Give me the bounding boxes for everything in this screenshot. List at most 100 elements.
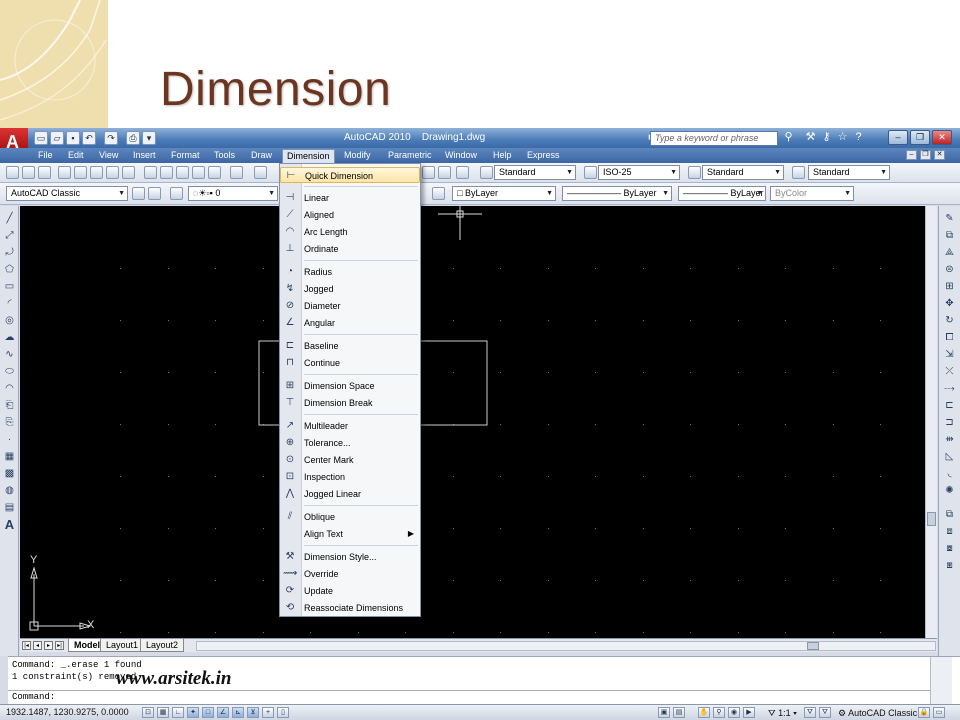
ortho-mode-icon[interactable]: ∟ bbox=[172, 707, 184, 718]
menu-item-dimension-space[interactable]: ⊞ Dimension Space bbox=[280, 378, 420, 394]
zoom-icon[interactable]: ⚲ bbox=[713, 707, 725, 718]
object-snap-icon[interactable]: □ bbox=[202, 707, 214, 718]
stretch-icon[interactable]: ⇲ bbox=[943, 348, 956, 361]
menu-window[interactable]: Window bbox=[441, 149, 481, 163]
customize-qat-icon[interactable]: ▾ bbox=[142, 131, 156, 145]
draworder-icon[interactable]: ⧉ bbox=[943, 508, 956, 521]
menu-item-jogged[interactable]: ↯ Jogged bbox=[280, 281, 420, 297]
bring-front-icon[interactable]: ⧈ bbox=[943, 525, 956, 538]
text-style-icon[interactable] bbox=[480, 166, 493, 179]
menu-item-baseline[interactable]: ⊏ Baseline bbox=[280, 338, 420, 354]
color-swatch-icon[interactable] bbox=[432, 187, 445, 200]
grid-display-icon[interactable]: ▦ bbox=[157, 707, 169, 718]
menu-edit[interactable]: Edit bbox=[64, 149, 88, 163]
menu-item-reassociate-dimensions[interactable]: ⟲ Reassociate Dimensions bbox=[280, 600, 420, 616]
horizontal-scroll-thumb[interactable] bbox=[807, 642, 819, 650]
ducs-icon[interactable]: ⊾ bbox=[232, 707, 244, 718]
my-workspace-icon[interactable] bbox=[148, 187, 161, 200]
break-at-point-icon[interactable]: ⊏ bbox=[943, 399, 956, 412]
make-block-icon[interactable]: ⎘ bbox=[3, 416, 16, 429]
plotstyle-select[interactable]: ByColor bbox=[770, 186, 854, 201]
layer-select[interactable]: ◌☀▫▪ 0 bbox=[188, 186, 278, 201]
close-button[interactable]: ✕ bbox=[932, 130, 952, 145]
minimize-button[interactable]: ‒ bbox=[888, 130, 908, 145]
help-icon[interactable]: ? bbox=[852, 131, 865, 144]
menu-file[interactable]: File bbox=[34, 149, 57, 163]
help-icon[interactable] bbox=[456, 166, 469, 179]
search-input[interactable]: Type a keyword or phrase bbox=[650, 131, 778, 146]
menu-item-continue[interactable]: ⊓ Continue bbox=[280, 355, 420, 371]
star-icon[interactable]: ☆ bbox=[836, 131, 849, 144]
menu-insert[interactable]: Insert bbox=[129, 149, 160, 163]
clean-screen-icon[interactable]: ▭ bbox=[933, 707, 945, 718]
markup-icon[interactable] bbox=[438, 166, 451, 179]
menu-item-override[interactable]: ⟿ Override bbox=[280, 566, 420, 582]
mleader-style-icon[interactable] bbox=[792, 166, 805, 179]
steering-wheel-icon[interactable]: ◉ bbox=[728, 707, 740, 718]
menu-help[interactable]: Help bbox=[489, 149, 516, 163]
point-icon[interactable]: · bbox=[3, 433, 16, 446]
hatch-icon[interactable]: ▦ bbox=[3, 450, 16, 463]
match-properties-icon[interactable] bbox=[192, 166, 205, 179]
menu-item-diameter[interactable]: ⊘ Diameter bbox=[280, 298, 420, 314]
doc-minimize-button[interactable]: ‒ bbox=[906, 150, 917, 160]
block-editor-icon[interactable] bbox=[208, 166, 221, 179]
arc-icon[interactable]: ◜ bbox=[3, 297, 16, 310]
insert-block-icon[interactable]: ⎗ bbox=[3, 399, 16, 412]
vertical-scroll-thumb[interactable] bbox=[927, 512, 936, 526]
table-style-icon[interactable] bbox=[688, 166, 701, 179]
menu-dimension[interactable]: Dimension bbox=[282, 149, 335, 163]
ellipse-icon[interactable]: ⬭ bbox=[3, 365, 16, 378]
tools-icon[interactable]: ⚒ bbox=[804, 131, 817, 144]
copy-object-icon[interactable]: ⧉ bbox=[943, 229, 956, 242]
redo-icon[interactable] bbox=[254, 166, 267, 179]
linetype-select[interactable]: ―――――― ByLayer bbox=[562, 186, 672, 201]
menu-item-angular[interactable]: ∠ Angular bbox=[280, 315, 420, 331]
color-select[interactable]: □ ByLayer bbox=[452, 186, 556, 201]
menu-item-arc-length[interactable]: ◠ Arc Length bbox=[280, 224, 420, 240]
save-icon[interactable]: ▪ bbox=[66, 131, 80, 145]
tab-layout2[interactable]: Layout2 bbox=[140, 639, 185, 652]
polyline-icon[interactable]: ⤾ bbox=[3, 246, 16, 259]
command-input[interactable]: Command: bbox=[8, 690, 930, 704]
prev-tab-icon[interactable]: ◂ bbox=[33, 641, 42, 650]
spline-icon[interactable]: ∿ bbox=[3, 348, 16, 361]
quick-properties-icon[interactable]: ▯ bbox=[277, 707, 289, 718]
menu-item-update[interactable]: ⟳ Update bbox=[280, 583, 420, 599]
menu-item-align-text[interactable]: Align Text ▶ bbox=[280, 526, 420, 542]
menu-item-center-mark[interactable]: ⊙ Center Mark bbox=[280, 452, 420, 468]
menu-item-quick-dimension[interactable]: ⊢ Quick Dimension bbox=[280, 167, 420, 183]
scale-icon[interactable]: ⧠ bbox=[943, 331, 956, 344]
annotation-visibility-icon[interactable]: ⛛ bbox=[804, 707, 816, 718]
lock-icon[interactable]: 🔒 bbox=[918, 707, 930, 718]
menu-item-multileader[interactable]: ↗ Multileader bbox=[280, 418, 420, 434]
trim-icon[interactable]: ⤫ bbox=[943, 365, 956, 378]
table-style-select[interactable]: Standard bbox=[702, 165, 784, 180]
last-tab-icon[interactable]: ▸| bbox=[55, 641, 64, 650]
menu-item-linear[interactable]: ⊣ Linear bbox=[280, 190, 420, 206]
pan-icon[interactable]: ✋ bbox=[698, 707, 710, 718]
text-style-select[interactable]: Standard bbox=[494, 165, 576, 180]
horizontal-scrollbar[interactable] bbox=[196, 641, 936, 651]
menu-parametric[interactable]: Parametric bbox=[384, 149, 436, 163]
dim-style-select[interactable]: ISO-25 bbox=[598, 165, 680, 180]
chamfer-icon[interactable]: ◺ bbox=[943, 450, 956, 463]
undo-icon[interactable]: ↶ bbox=[82, 131, 96, 145]
table-icon[interactable]: ▤ bbox=[3, 501, 16, 514]
model-space-icon[interactable]: ▣ bbox=[658, 707, 670, 718]
menu-item-aligned[interactable]: ⟋ Aligned bbox=[280, 207, 420, 223]
dyn-input-icon[interactable]: ⊻ bbox=[247, 707, 259, 718]
restore-button[interactable]: ❐ bbox=[910, 130, 930, 145]
construction-line-icon[interactable]: ⤢ bbox=[3, 229, 16, 242]
vertical-scrollbar[interactable] bbox=[925, 206, 937, 638]
showmotion-icon[interactable]: ▶ bbox=[743, 707, 755, 718]
lineweight-icon[interactable]: + bbox=[262, 707, 274, 718]
menu-item-radius[interactable]: ◔ Radius bbox=[280, 264, 420, 280]
menu-tools[interactable]: Tools bbox=[210, 149, 239, 163]
region-icon[interactable]: ◍ bbox=[3, 484, 16, 497]
doc-close-button[interactable]: ✕ bbox=[934, 150, 945, 160]
doc-restore-button[interactable]: ❐ bbox=[920, 150, 931, 160]
menu-item-inspection[interactable]: ⊡ Inspection bbox=[280, 469, 420, 485]
mirror-icon[interactable]: ⟁ bbox=[943, 246, 956, 259]
join-icon[interactable]: ⇻ bbox=[943, 433, 956, 446]
